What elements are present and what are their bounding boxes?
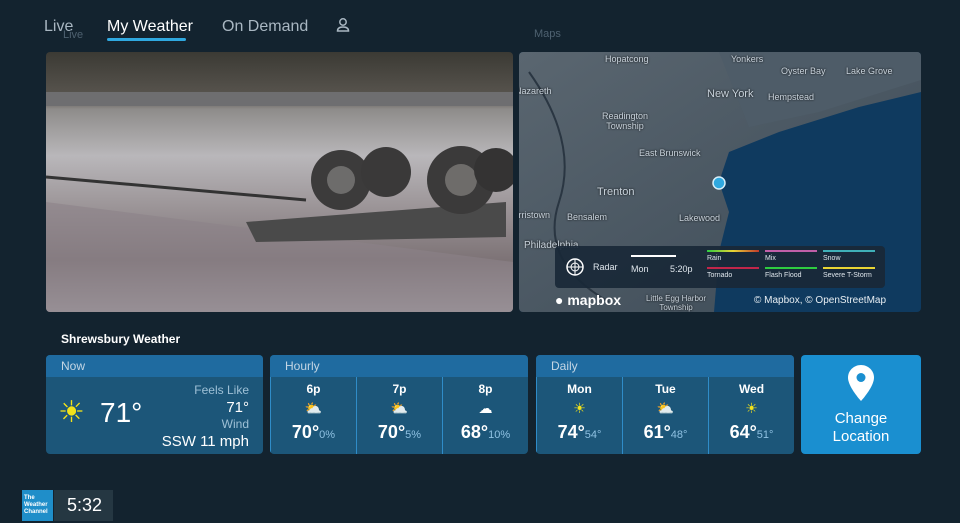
maps-label: Maps: [534, 28, 561, 40]
radar-legend[interactable]: Radar Mon 5:20p Rain Mix Snow Tornado Fl…: [555, 246, 885, 288]
day-low: 48°: [670, 429, 688, 441]
location-title: Shrewsbury Weather: [61, 332, 181, 346]
map-label: Oyster Bay: [781, 66, 826, 76]
daily-item: Mon ☀ 74°54°: [536, 377, 622, 454]
legend-snow: Snow: [823, 255, 841, 262]
feels-like-value: 71°: [226, 399, 249, 416]
radar-map[interactable]: Hopatcong Yonkers Oyster Bay Lake Grove …: [519, 52, 921, 312]
map-label: Yonkers: [731, 54, 764, 64]
change-location-button[interactable]: Change Location: [801, 355, 921, 454]
change-location-label: Change Location: [832, 410, 890, 445]
current-temp: 71°: [100, 397, 143, 428]
map-label: Hopatcong: [605, 54, 649, 64]
hour-temp: 70°: [291, 422, 320, 442]
live-video[interactable]: [46, 52, 513, 312]
day-high: 61°: [643, 422, 671, 442]
day-low: 51°: [756, 429, 774, 441]
hour-label: 8p: [478, 382, 493, 396]
hour-label: 6p: [306, 382, 321, 396]
legend-mix: Mix: [765, 255, 776, 262]
hour-precip: 0%: [319, 429, 336, 441]
map-label: Lakewood: [679, 213, 721, 223]
hour-precip: 10%: [488, 429, 511, 441]
map-label: New York: [707, 88, 754, 100]
tab-on-demand[interactable]: On Demand: [222, 18, 308, 36]
wind-value: SSW 11 mph: [161, 433, 249, 450]
daily-header: Daily: [536, 355, 794, 377]
severe-tstorm-swatch: [823, 267, 875, 269]
tornado-swatch: [707, 267, 759, 269]
location-pin-icon: [801, 365, 921, 406]
day-high: 74°: [557, 422, 585, 442]
video-frame-overturned-trailer: [46, 92, 513, 312]
timeline-bar: [631, 255, 676, 257]
location-dot: [712, 176, 726, 190]
map-label: Bensalem: [567, 212, 608, 222]
hourly-item: 7p ⛅ 70°5%: [356, 377, 442, 454]
now-card[interactable]: Now ☀ 71° Feels Like 71° Wind SSW 11 mph: [46, 355, 263, 454]
hourly-card[interactable]: Hourly 6p ⛅ 70°0% 7p ⛅ 70°5% 8p ☁ 68°10%: [270, 355, 528, 454]
partly-cloudy-icon: ⛅: [656, 400, 675, 416]
daily-item: Tue ⛅ 61°48°: [622, 377, 708, 454]
legend-tornado: Tornado: [707, 272, 733, 279]
hour-temp: 68°: [460, 422, 489, 442]
weather-channel-logo: The Weather Channel: [22, 490, 53, 521]
day-high: 64°: [729, 422, 757, 442]
sun-icon: ☀: [573, 400, 586, 416]
wind-label: Wind: [221, 417, 249, 431]
cloud-icon: ☁: [478, 400, 493, 416]
daily-card[interactable]: Daily Mon ☀ 74°54° Tue ⛅ 61°48° Wed ☀ 64°51°: [536, 355, 794, 454]
hour-precip: 5%: [405, 429, 422, 441]
sun-icon: ☀: [58, 396, 85, 429]
day-label: Mon: [567, 382, 592, 396]
hour-label: 7p: [392, 382, 407, 396]
map-label: Little Egg Harbor Township: [645, 294, 707, 312]
partly-cloudy-icon: ⛅: [304, 400, 323, 416]
radar-time: 5:20p: [670, 264, 693, 274]
active-tab-indicator: [107, 38, 186, 41]
flash-flood-swatch: [765, 267, 817, 269]
map-label: Hempstead: [768, 92, 815, 102]
radar-day: Mon: [631, 264, 649, 274]
hourly-header: Hourly: [270, 355, 528, 377]
mapbox-brand: mapbox: [567, 292, 622, 308]
mapbox-logo: ● mapbox: [555, 292, 622, 308]
map-label: Norristown: [519, 210, 551, 220]
map-label: Trenton: [597, 186, 635, 198]
legend-flash-flood: Flash Flood: [765, 272, 802, 279]
snow-swatch: [823, 250, 875, 252]
person-icon[interactable]: [336, 17, 350, 38]
feels-like-label: Feels Like: [194, 383, 249, 397]
day-label: Tue: [655, 382, 676, 396]
legend-severe-tstorm: Severe T-Storm: [823, 272, 872, 279]
map-label: Nazareth: [519, 86, 552, 96]
mix-swatch: [765, 250, 817, 252]
clock: 5:32: [54, 490, 113, 521]
rain-swatch: [707, 250, 759, 252]
ghost-live-label: Live: [63, 29, 84, 41]
sun-icon: ☀: [745, 400, 758, 416]
now-header: Now: [46, 355, 263, 377]
tab-my-weather[interactable]: My Weather: [107, 18, 193, 36]
day-label: Wed: [738, 382, 765, 396]
radar-icon: [565, 257, 585, 282]
daily-item: Wed ☀ 64°51°: [708, 377, 794, 454]
map-label: Readington Township: [601, 111, 649, 131]
hourly-item: 6p ⛅ 70°0%: [270, 377, 356, 454]
map-attribution: © Mapbox, © OpenStreetMap: [754, 295, 887, 306]
radar-label: Radar: [593, 262, 618, 272]
partly-cloudy-icon: ⛅: [390, 400, 409, 416]
day-low: 54°: [584, 429, 602, 441]
hourly-item: 8p ☁ 68°10%: [442, 377, 528, 454]
map-label: Lake Grove: [846, 66, 893, 76]
legend-rain: Rain: [707, 255, 722, 262]
hour-temp: 70°: [377, 422, 406, 442]
map-label: East Brunswick: [639, 148, 701, 158]
